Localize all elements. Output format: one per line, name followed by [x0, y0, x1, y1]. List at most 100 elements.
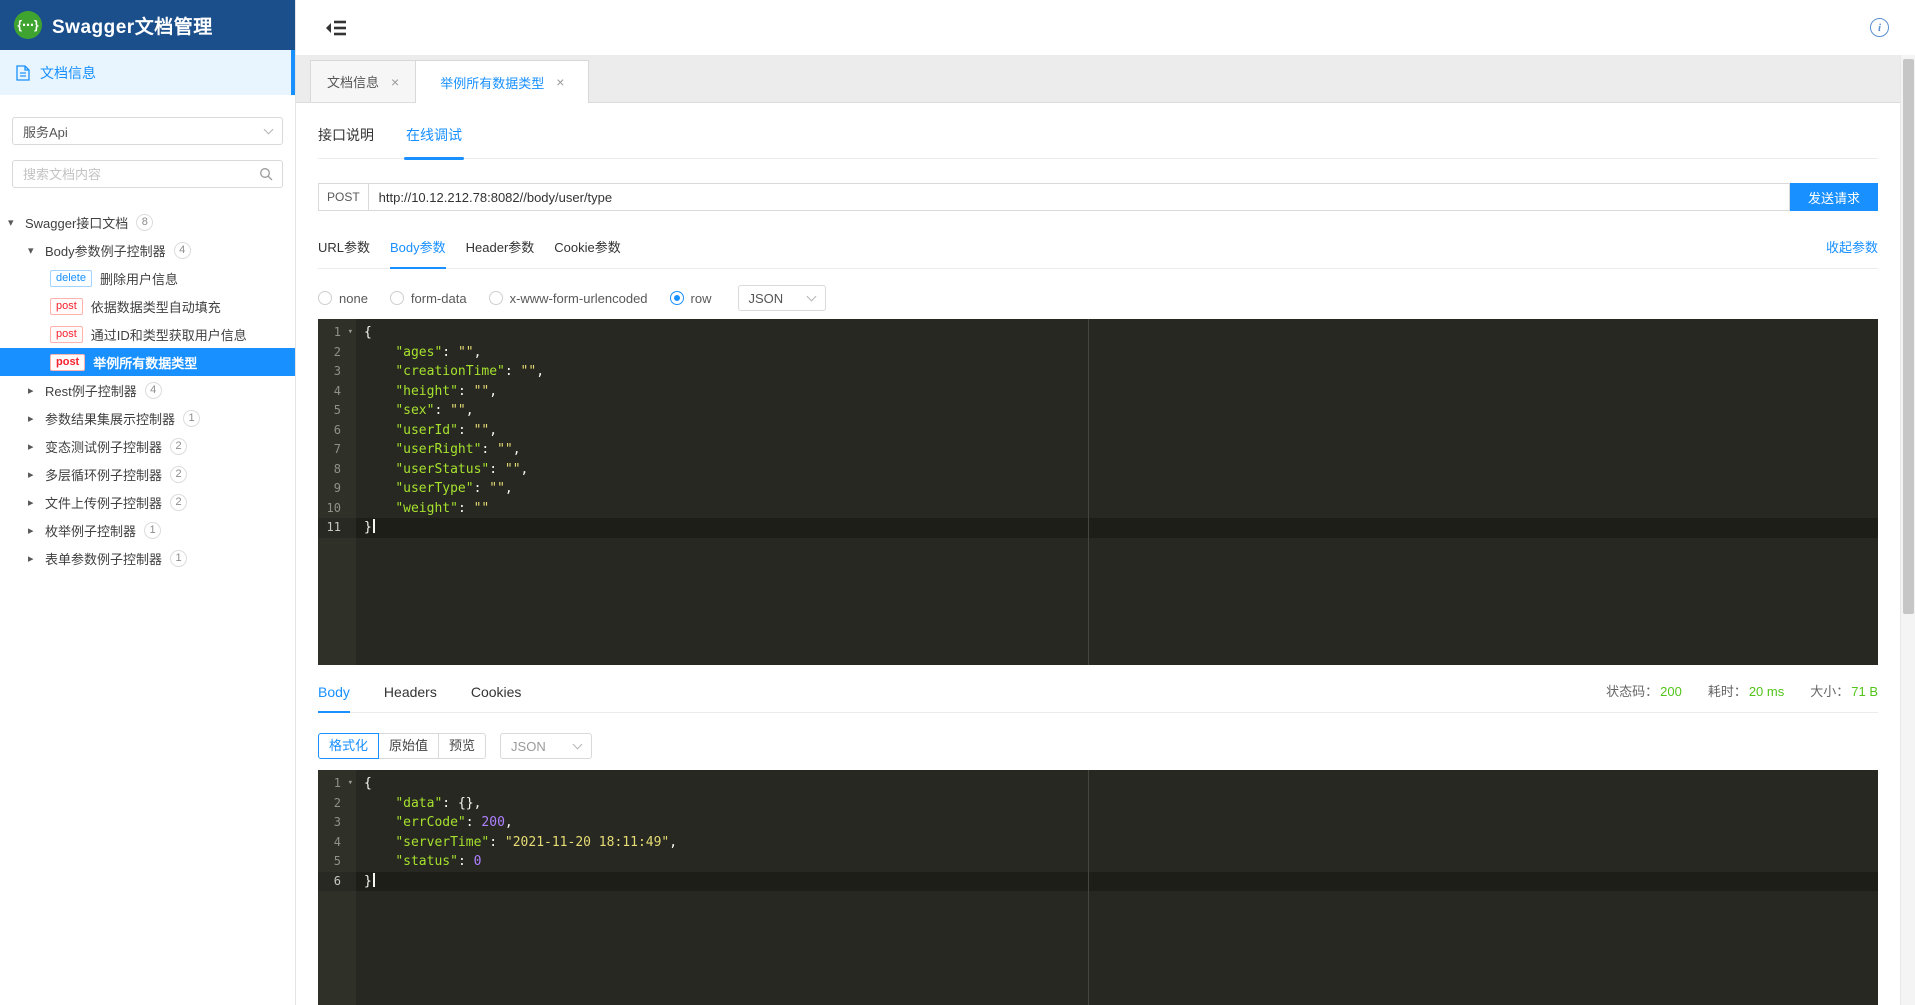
code-line[interactable]: }: [356, 872, 1878, 892]
content-area: 接口说明在线调试 POST 发送请求 URL参数Body参数Header参数Co…: [296, 103, 1915, 1005]
param-tab-2[interactable]: Header参数: [466, 237, 535, 268]
close-icon[interactable]: ×: [391, 75, 399, 89]
tree-node-collapsed-2[interactable]: ▸变态测试例子控制器2: [0, 432, 295, 460]
tree-node-collapsed-6[interactable]: ▸表单参数例子控制器1: [0, 544, 295, 572]
caret-icon[interactable]: ▸: [28, 496, 45, 509]
body-mode-x-www-form-urlencoded[interactable]: x-www-form-urlencoded: [489, 291, 648, 306]
editor-code[interactable]: { "data": {}, "errCode": 200, "serverTim…: [356, 770, 1878, 1005]
code-line[interactable]: "ages": "",: [356, 343, 1878, 363]
param-tab-0[interactable]: URL参数: [318, 237, 370, 268]
caret-icon[interactable]: ▸: [28, 412, 45, 425]
request-body-editor[interactable]: 1▾234567891011{ "ages": "", "creationTim…: [318, 319, 1878, 665]
code-line[interactable]: "userType": "",: [356, 479, 1878, 499]
app-logo-icon: {⋯}: [14, 11, 42, 39]
response-content-type-select[interactable]: JSON: [500, 733, 592, 759]
response-body-editor[interactable]: 1▾23456{ "data": {}, "errCode": 200, "se…: [318, 770, 1878, 1005]
page-scrollbar[interactable]: [1900, 55, 1915, 1005]
code-line[interactable]: {: [356, 323, 1878, 343]
doc-tab-0[interactable]: 文档信息 ×: [310, 60, 416, 102]
count-badge: 2: [170, 438, 187, 455]
view-button-1[interactable]: 原始值: [378, 733, 439, 759]
sidebar-item-doc-info[interactable]: 文档信息: [0, 50, 295, 95]
doc-tab-1[interactable]: 举例所有数据类型×: [415, 60, 589, 103]
caret-icon[interactable]: ▾: [28, 244, 45, 257]
radio-label: x-www-form-urlencoded: [510, 291, 648, 306]
body-mode-radios: none form-data x-www-form-urlencoded row: [318, 291, 734, 306]
tree-node-collapsed-1[interactable]: ▸参数结果集展示控制器1: [0, 404, 295, 432]
code-line[interactable]: "userRight": "",: [356, 440, 1878, 460]
line-number: 2: [318, 343, 356, 363]
editor-code[interactable]: { "ages": "", "creationTime": "", "heigh…: [356, 319, 1878, 665]
page-tab-0[interactable]: 接口说明: [318, 125, 374, 158]
chevron-down-icon: [806, 292, 816, 302]
tree-node-group[interactable]: ▾Body参数例子控制器4: [0, 236, 295, 264]
service-api-select[interactable]: 服务Api: [12, 117, 283, 145]
caret-icon[interactable]: ▾: [8, 216, 25, 229]
editor-gutter: 1▾23456: [318, 770, 356, 1005]
code-line[interactable]: {: [356, 774, 1878, 794]
view-button-2[interactable]: 预览: [438, 733, 486, 759]
param-tab-bar: URL参数 Body参数 Header参数 Cookie参数: [318, 237, 621, 268]
url-input[interactable]: [369, 183, 1790, 211]
fold-caret-icon[interactable]: ▾: [348, 774, 353, 794]
response-tab-1[interactable]: Headers: [384, 684, 437, 712]
info-icon[interactable]: i: [1870, 18, 1889, 37]
page-tab-1[interactable]: 在线调试: [406, 125, 462, 158]
count-badge: 4: [174, 242, 191, 259]
radio-label: form-data: [411, 291, 467, 306]
send-request-button[interactable]: 发送请求: [1790, 183, 1878, 211]
line-number: 3: [318, 362, 356, 382]
view-button-0[interactable]: 格式化: [318, 733, 379, 759]
logo-glyph: {⋯}: [17, 18, 38, 32]
api-item-1[interactable]: post依据数据类型自动填充: [0, 292, 295, 320]
close-icon[interactable]: ×: [556, 75, 564, 89]
chevron-down-icon: [573, 740, 583, 750]
code-line[interactable]: }: [356, 518, 1878, 538]
code-line[interactable]: "serverTime": "2021-11-20 18:11:49",: [356, 833, 1878, 853]
tree-node-collapsed-4[interactable]: ▸文件上传例子控制器2: [0, 488, 295, 516]
caret-icon[interactable]: ▸: [28, 524, 45, 537]
code-line[interactable]: "sex": "",: [356, 401, 1878, 421]
doc-info-label: 文档信息: [40, 63, 96, 83]
response-tab-0[interactable]: Body: [318, 684, 350, 712]
count-badge: 4: [145, 382, 162, 399]
param-tab-3[interactable]: Cookie参数: [554, 237, 620, 268]
fold-caret-icon[interactable]: ▾: [348, 323, 353, 343]
code-line[interactable]: "errCode": 200,: [356, 813, 1878, 833]
scrollbar-thumb[interactable]: [1903, 59, 1914, 614]
menu-fold-icon[interactable]: [326, 19, 347, 37]
code-line[interactable]: "userStatus": "",: [356, 460, 1878, 480]
tree-node-label: Rest例子控制器: [45, 381, 137, 400]
caret-icon[interactable]: ▸: [28, 384, 45, 397]
body-mode-none[interactable]: none: [318, 291, 368, 306]
request-content-type-select[interactable]: JSON: [738, 285, 826, 311]
api-item-0[interactable]: delete删除用户信息: [0, 264, 295, 292]
main-area: i 文档信息×举例所有数据类型× 接口说明在线调试 POST 发送请求 URL参…: [296, 0, 1915, 1005]
tree-node-root[interactable]: ▾Swagger接口文档8: [0, 208, 295, 236]
search-icon[interactable]: [259, 167, 273, 181]
caret-icon[interactable]: ▸: [28, 552, 45, 565]
tab-label: 文档信息: [327, 72, 379, 91]
radio-label: none: [339, 291, 368, 306]
body-mode-form-data[interactable]: form-data: [390, 291, 467, 306]
code-line[interactable]: "weight": "": [356, 499, 1878, 519]
tree-node-collapsed-0[interactable]: ▸Rest例子控制器 4: [0, 376, 295, 404]
caret-icon[interactable]: ▸: [28, 468, 45, 481]
collapse-params-link[interactable]: 收起参数: [1826, 237, 1878, 268]
page-tab-bar: 接口说明在线调试: [318, 125, 1878, 159]
search-input[interactable]: [23, 167, 253, 182]
code-line[interactable]: "userId": "",: [356, 421, 1878, 441]
code-line[interactable]: "status": 0: [356, 852, 1878, 872]
code-line[interactable]: "data": {},: [356, 794, 1878, 814]
code-line[interactable]: "height": "",: [356, 382, 1878, 402]
code-line[interactable]: "creationTime": "",: [356, 362, 1878, 382]
tree-node-collapsed-5[interactable]: ▸枚举例子控制器1: [0, 516, 295, 544]
tree-node-collapsed-3[interactable]: ▸多层循环例子控制器2: [0, 460, 295, 488]
api-item-2[interactable]: post通过ID和类型获取用户信息: [0, 320, 295, 348]
tree-node-label: 删除用户信息: [100, 269, 178, 288]
param-tab-1[interactable]: Body参数: [390, 237, 446, 268]
api-item-3[interactable]: post举例所有数据类型: [0, 348, 295, 376]
caret-icon[interactable]: ▸: [28, 440, 45, 453]
response-tab-2[interactable]: Cookies: [471, 684, 522, 712]
body-mode-row[interactable]: row: [670, 291, 712, 306]
